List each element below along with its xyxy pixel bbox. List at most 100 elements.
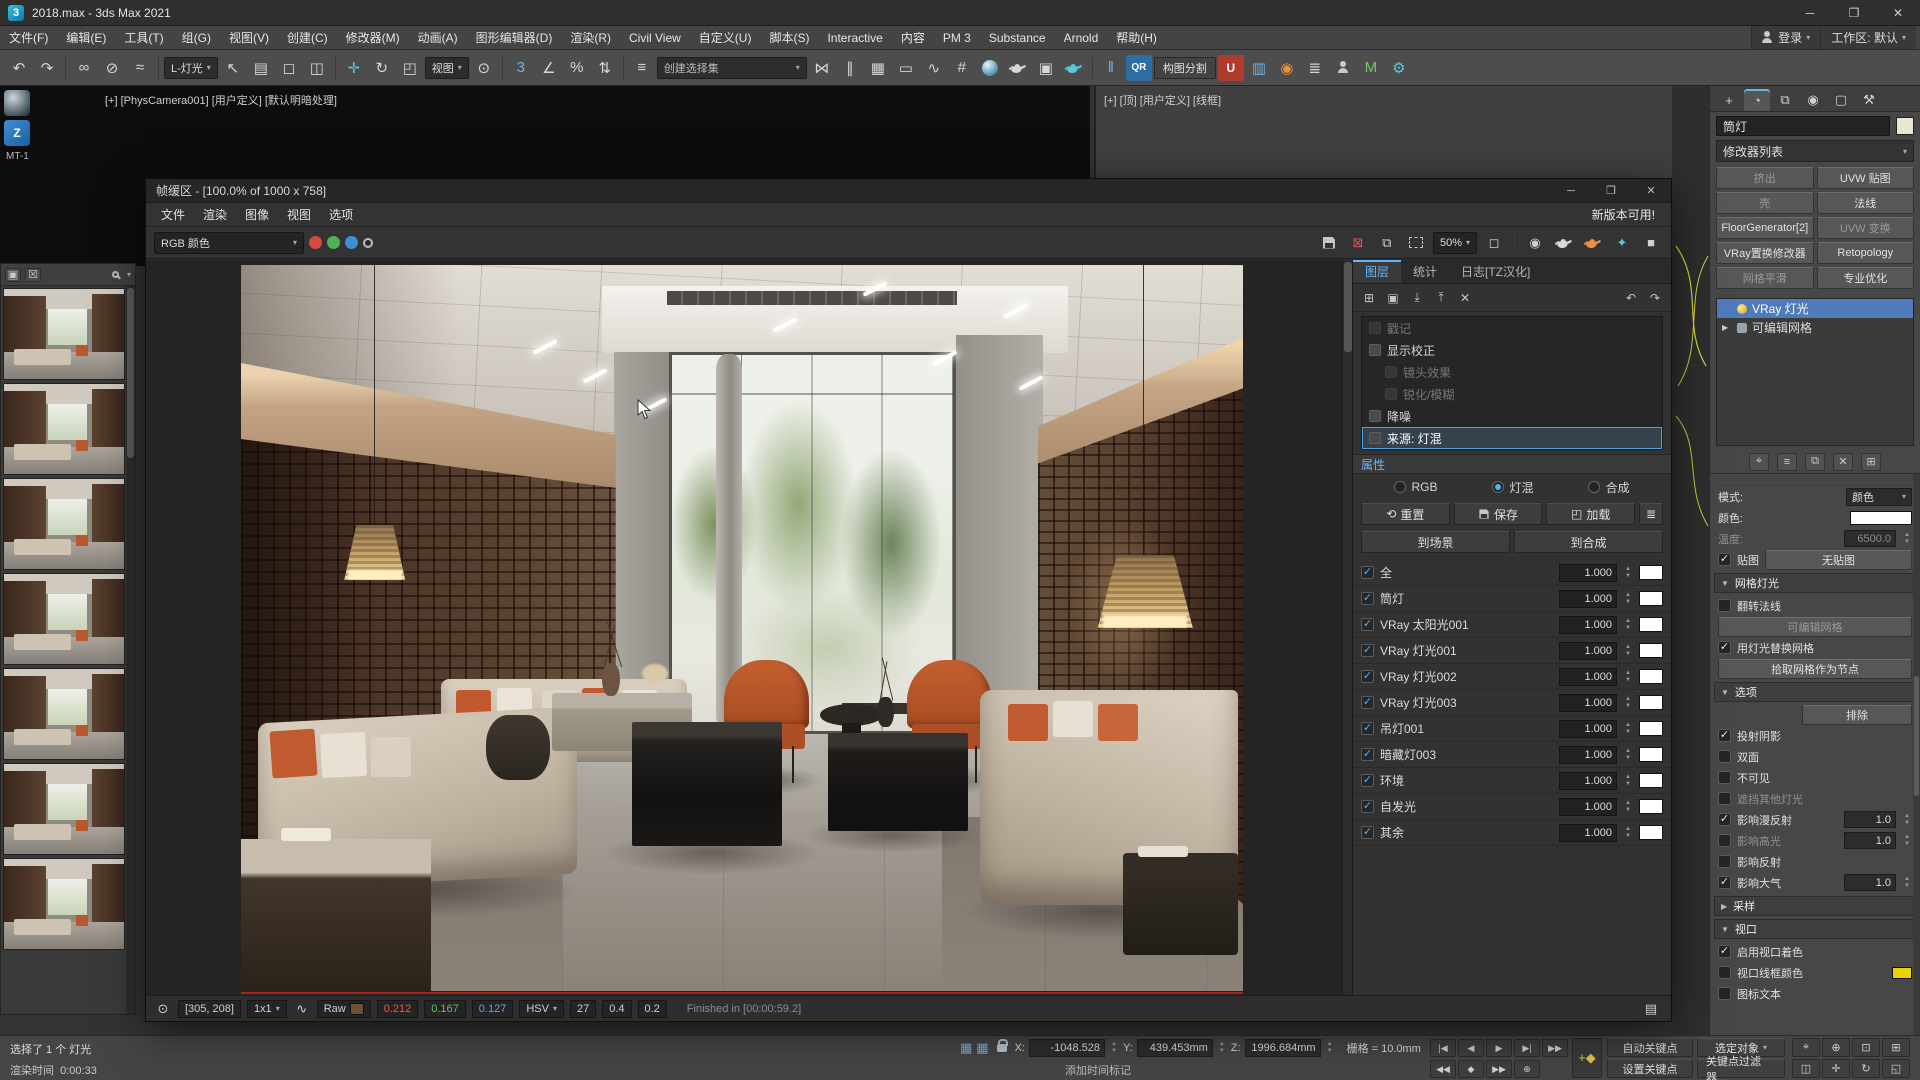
modifier-button[interactable]: 法线: [1817, 192, 1915, 214]
tab-modify[interactable]: ◔: [1744, 89, 1770, 111]
spinner[interactable]: ▲▼: [1325, 1041, 1335, 1055]
undo-icon[interactable]: ↶: [6, 55, 32, 81]
folder-icon[interactable]: ▣: [1383, 288, 1403, 308]
lightmix-value-field[interactable]: 1.000: [1559, 798, 1617, 816]
viewport-shading-checkbox[interactable]: ✓: [1718, 945, 1731, 958]
modifier-button[interactable]: UVW 贴图: [1817, 167, 1915, 189]
camera-viewport[interactable]: [+] [PhysCamera001] [用户定义] [默认明暗处理]: [10, 86, 1090, 181]
snap-3d-icon[interactable]: 3: [508, 55, 534, 81]
gear-icon[interactable]: ⚙: [1386, 55, 1412, 81]
icon-text-checkbox[interactable]: ✓: [1718, 987, 1731, 1000]
lightmix-value-field[interactable]: 1.000: [1559, 642, 1617, 660]
map-checkbox[interactable]: ✓: [1718, 553, 1731, 566]
spinner[interactable]: ▲▼: [1902, 834, 1912, 848]
option-value-field[interactable]: 1.0: [1844, 832, 1896, 849]
menu-item[interactable]: 脚本(S): [760, 29, 818, 46]
maximize-icon[interactable]: ❐: [1832, 0, 1876, 25]
add-layer-icon[interactable]: ⊞: [1359, 288, 1379, 308]
vfb-menu-item[interactable]: 文件: [152, 206, 194, 223]
lightmix-color-swatch[interactable]: [1639, 773, 1663, 788]
chevron-down-icon[interactable]: ▾: [127, 270, 131, 279]
render-production-icon[interactable]: [1061, 55, 1087, 81]
columns-plugin-icon[interactable]: ▥: [1246, 55, 1272, 81]
alpha-channel-icon[interactable]: [363, 238, 373, 248]
option-checkbox[interactable]: ✓: [1718, 834, 1731, 847]
spinner[interactable]: ▲▼: [1902, 813, 1912, 827]
lightmix-row[interactable]: ✓ 筒灯 1.000 ▲▼: [1353, 586, 1671, 612]
go-to-start-icon[interactable]: |◀: [1430, 1039, 1456, 1057]
load-preset-icon[interactable]: ⤒: [1431, 288, 1451, 308]
zoom-extents-icon[interactable]: ⊡: [1852, 1038, 1880, 1057]
modifier-stack-item[interactable]: VRay 灯光: [1717, 299, 1913, 318]
pan-icon[interactable]: ✛: [1822, 1059, 1850, 1078]
rollout-mesh-light[interactable]: ▼ 网格灯光: [1714, 573, 1916, 593]
remove-modifier-icon[interactable]: ✕: [1833, 453, 1853, 471]
interactive-render-icon[interactable]: ✦: [1610, 231, 1634, 255]
vfb-menu-item[interactable]: 选项: [320, 206, 362, 223]
lightmix-row[interactable]: ✓ 全 1.000 ▲▼: [1353, 560, 1671, 586]
rect-region-icon[interactable]: ◻: [276, 55, 302, 81]
history-scrollbar[interactable]: [126, 286, 135, 1014]
history-thumbnail[interactable]: [3, 383, 125, 475]
replace-mesh-checkbox[interactable]: ✓: [1718, 641, 1731, 654]
percent-snap-icon[interactable]: %: [564, 55, 590, 81]
history-thumbnail[interactable]: [3, 288, 125, 380]
green-channel-icon[interactable]: [327, 236, 340, 249]
history-thumbnail[interactable]: [3, 573, 125, 665]
modifier-button[interactable]: 网格平滑: [1716, 267, 1814, 289]
spinner[interactable]: ▲▼: [1109, 1041, 1119, 1055]
lightmix-color-swatch[interactable]: [1639, 721, 1663, 736]
lightmix-row[interactable]: ✓ VRay 灯光002 1.000 ▲▼: [1353, 664, 1671, 690]
options-menu-icon[interactable]: ≣: [1639, 503, 1663, 525]
spinner[interactable]: ▲▼: [1623, 696, 1633, 710]
wire-color-checkbox[interactable]: ✓: [1718, 966, 1731, 979]
configure-sets-icon[interactable]: ⊞: [1861, 453, 1881, 471]
menu-item[interactable]: 创建(C): [278, 29, 337, 46]
top-viewport-label[interactable]: [+] [顶] [用户定义] [线框]: [1104, 92, 1221, 108]
menu-item[interactable]: 视图(V): [220, 29, 278, 46]
lightmix-value-field[interactable]: 1.000: [1559, 564, 1617, 582]
selection-filter-dropdown[interactable]: L-灯光▾: [164, 57, 218, 79]
vfb-tab[interactable]: 统计: [1401, 260, 1449, 283]
lightmix-value-field[interactable]: 1.000: [1559, 824, 1617, 842]
history-enable-icon[interactable]: ▣: [5, 268, 21, 282]
vfb-close-icon[interactable]: ✕: [1631, 179, 1671, 202]
lightmix-color-swatch[interactable]: [1639, 747, 1663, 762]
spinner[interactable]: ▲▼: [1623, 618, 1633, 632]
vfb-title-bar[interactable]: 帧缓区 - [100.0% of 1000 x 758] ─ ❐ ✕: [146, 179, 1671, 203]
lightmix-row[interactable]: ✓ VRay 太阳光001 1.000 ▲▼: [1353, 612, 1671, 638]
lightmix-color-swatch[interactable]: [1639, 617, 1663, 632]
plugin-z-icon[interactable]: Z: [4, 120, 30, 146]
redo-icon[interactable]: ↷: [1645, 288, 1665, 308]
undo-icon[interactable]: ↶: [1621, 288, 1641, 308]
layer-row[interactable]: 锐化/模糊: [1362, 383, 1662, 405]
make-unique-icon[interactable]: ⧉: [1805, 453, 1825, 471]
editable-mesh-button[interactable]: 可编辑网格: [1718, 617, 1912, 637]
option-checkbox[interactable]: ✓: [1718, 792, 1731, 805]
vfb-tab[interactable]: 图层: [1353, 260, 1401, 283]
option-checkbox[interactable]: ✓: [1718, 750, 1731, 763]
menu-item[interactable]: 编辑(E): [57, 29, 115, 46]
vfb-minimize-icon[interactable]: ─: [1551, 179, 1591, 202]
raw-mode-dropdown[interactable]: Raw: [317, 1000, 371, 1018]
save-preset-icon[interactable]: ⤓: [1407, 288, 1427, 308]
camera-viewport-label[interactable]: [+] [PhysCamera001] [用户定义] [默认明暗处理]: [105, 92, 337, 108]
pixel-probe-icon[interactable]: ⊙: [154, 997, 172, 1021]
curve-editor-icon[interactable]: ∿: [921, 55, 947, 81]
lightmix-checkbox[interactable]: ✓: [1361, 670, 1374, 683]
lightmix-color-swatch[interactable]: [1639, 669, 1663, 684]
mode-dropdown[interactable]: 颜色▾: [1846, 488, 1912, 506]
modifier-button[interactable]: UVW 变换: [1817, 217, 1915, 239]
lightmix-checkbox[interactable]: ✓: [1361, 800, 1374, 813]
top-viewport[interactable]: [+] [顶] [用户定义] [线框]: [1094, 86, 1680, 181]
spinner[interactable]: ▲▼: [1902, 532, 1912, 546]
schematic-view-icon[interactable]: #: [949, 55, 975, 81]
align-icon[interactable]: ∥: [837, 55, 863, 81]
clear-image-icon[interactable]: ⊠: [1346, 231, 1370, 255]
vfb-menu-item[interactable]: 渲染: [194, 206, 236, 223]
vfb-menu-item[interactable]: 视图: [278, 206, 320, 223]
load-button[interactable]: ◰加载: [1546, 503, 1635, 525]
menu-item[interactable]: Substance: [980, 31, 1055, 45]
list-plugin-icon[interactable]: ≣: [1302, 55, 1328, 81]
option-checkbox[interactable]: ✓: [1718, 729, 1731, 742]
